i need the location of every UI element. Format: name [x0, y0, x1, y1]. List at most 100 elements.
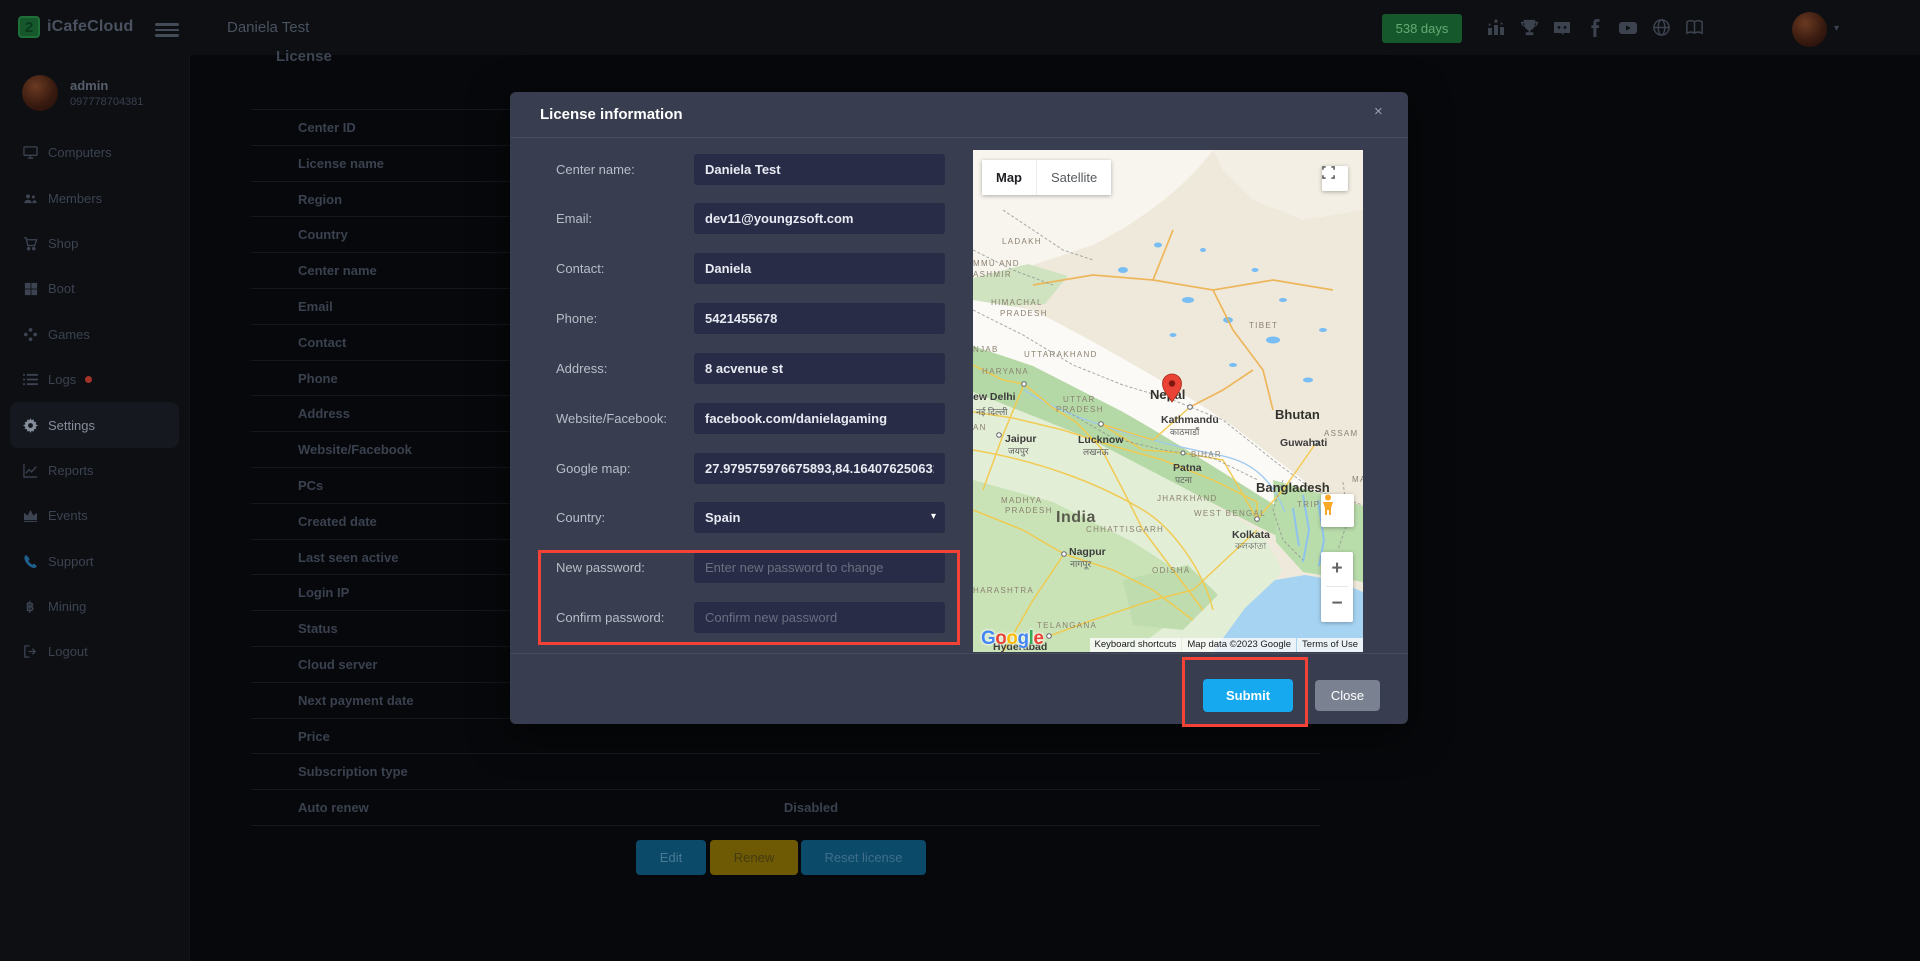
map-type-toggle: Map Satellite	[982, 160, 1111, 195]
ranking-icon[interactable]	[1486, 18, 1506, 38]
app-logo[interactable]: 2 iCafeCloud	[18, 16, 133, 38]
notification-dot	[85, 376, 92, 383]
youtube-icon[interactable]	[1618, 18, 1638, 38]
sidebar-item-label: Shop	[48, 236, 78, 251]
discord-icon[interactable]	[1552, 18, 1572, 38]
sidebar-item-events[interactable]: Events	[0, 493, 189, 538]
field-label: Google map:	[556, 461, 694, 476]
auto-renew-value: Disabled	[721, 790, 901, 826]
trophy-icon[interactable]	[1519, 18, 1539, 38]
zoom-out-button[interactable]: −	[1321, 587, 1353, 621]
table-row: Subscription type	[251, 754, 1320, 790]
sidebar-item-settings[interactable]: Settings	[10, 402, 179, 447]
submit-button[interactable]: Submit	[1203, 679, 1293, 712]
row-label: Subscription type	[298, 754, 408, 790]
confirm-password-input[interactable]	[694, 602, 945, 633]
sidebar-user-name: admin	[70, 78, 108, 93]
row-label: Auto renew	[298, 790, 369, 826]
email-input[interactable]	[694, 203, 945, 234]
gamepad-icon	[23, 327, 38, 342]
sidebar-item-reports[interactable]: Reports	[0, 448, 189, 493]
field-row-google-map: Google map:	[556, 453, 976, 484]
sidebar-item-label: Settings	[48, 418, 95, 433]
map-type-satellite-button[interactable]: Satellite	[1036, 160, 1111, 195]
google-map[interactable]: LADAKH MMU AND ASHMIR HIMACHAL PRADESH N…	[973, 150, 1363, 652]
section-title: License	[276, 48, 332, 65]
field-row-country: Country: Spain ▾	[556, 502, 976, 533]
header-icon-row	[1486, 0, 1704, 55]
svg-text:Patna: Patna	[1173, 462, 1202, 474]
sidebar-item-label: Reports	[48, 463, 94, 478]
field-label: Contact:	[556, 261, 694, 276]
terms-of-use-link[interactable]: Terms of Use	[1297, 638, 1363, 652]
row-label: Phone	[298, 361, 338, 397]
keyboard-shortcuts-link[interactable]: Keyboard shortcuts	[1090, 638, 1182, 652]
sidebar-item-members[interactable]: Members	[0, 175, 189, 220]
google-logo[interactable]: Google	[981, 628, 1043, 650]
fullscreen-icon[interactable]	[1322, 166, 1348, 191]
svg-text:WEST BENGAL: WEST BENGAL	[1194, 509, 1266, 518]
sidebar-item-shop[interactable]: Shop	[0, 221, 189, 266]
top-bar: 2 iCafeCloud Daniela Test 538 days ▾	[0, 0, 1920, 55]
field-row-new-password: New password:	[556, 552, 976, 583]
google-map-input[interactable]	[694, 453, 945, 484]
user-avatar[interactable]	[1792, 12, 1827, 47]
svg-text:LADAKH: LADAKH	[1002, 237, 1042, 246]
row-label: Center ID	[298, 110, 356, 146]
row-label: Last seen active	[298, 540, 398, 576]
address-input[interactable]	[694, 353, 945, 384]
sidebar-item-support[interactable]: Support	[0, 539, 189, 584]
renew-button[interactable]: Renew	[710, 840, 798, 875]
page-title: Daniela Test	[227, 19, 309, 36]
menu-toggle-icon[interactable]	[155, 20, 179, 40]
sidebar-item-label: Games	[48, 327, 90, 342]
chevron-down-icon[interactable]: ▾	[1834, 23, 1839, 34]
modal-header-divider	[510, 137, 1408, 138]
row-label: Login IP	[298, 575, 349, 611]
svg-text:नागपूर: नागपूर	[1070, 559, 1092, 570]
svg-text:नई दिल्ली: नई दिल्ली	[976, 406, 1008, 417]
field-row-center-name: Center name:	[556, 154, 976, 185]
sidebar-item-logs[interactable]: Logs	[0, 357, 189, 402]
svg-text:Jaipur: Jaipur	[1005, 433, 1037, 445]
svg-text:Kolkata: Kolkata	[1232, 529, 1270, 541]
country-select[interactable]: Spain	[694, 502, 945, 533]
pegman-icon[interactable]	[1321, 494, 1354, 527]
sidebar-item-label: Members	[48, 191, 102, 206]
sidebar-item-logout[interactable]: Logout	[0, 629, 189, 674]
sidebar-item-computers[interactable]: Computers	[0, 130, 189, 175]
members-icon	[23, 191, 38, 206]
facebook-icon[interactable]	[1585, 18, 1605, 38]
contact-input[interactable]	[694, 253, 945, 284]
svg-text:ASHMIR: ASHMIR	[973, 270, 1012, 279]
sidebar-user-avatar[interactable]	[22, 75, 58, 111]
close-button[interactable]: Close	[1315, 680, 1380, 711]
field-row-contact: Contact:	[556, 253, 976, 284]
bitcoin-icon: ฿	[23, 599, 38, 614]
sidebar: admin 097778704381 Computers Members Sho…	[0, 55, 190, 961]
close-icon[interactable]: ×	[1370, 99, 1387, 124]
sidebar-item-games[interactable]: Games	[0, 312, 189, 357]
edit-button[interactable]: Edit	[636, 840, 706, 875]
website-input[interactable]	[694, 403, 945, 434]
globe-icon[interactable]	[1651, 18, 1671, 38]
sidebar-item-mining[interactable]: ฿ Mining	[0, 584, 189, 629]
modal-title: License information	[540, 106, 683, 123]
sidebar-item-label: Logs	[48, 372, 76, 387]
license-days-badge[interactable]: 538 days	[1382, 14, 1462, 43]
svg-text:MMU AND: MMU AND	[973, 259, 1020, 268]
svg-text:TIBET: TIBET	[1249, 321, 1278, 330]
sidebar-item-boot[interactable]: Boot	[0, 266, 189, 311]
map-type-map-button[interactable]: Map	[982, 160, 1036, 195]
sidebar-item-label: Events	[48, 508, 88, 523]
zoom-in-button[interactable]: +	[1321, 552, 1353, 586]
map-canvas: LADAKH MMU AND ASHMIR HIMACHAL PRADESH N…	[973, 150, 1363, 652]
row-label: Website/Facebook	[298, 432, 412, 468]
center-name-input[interactable]	[694, 154, 945, 185]
field-label: Phone:	[556, 311, 694, 326]
reset-license-button[interactable]: Reset license	[801, 840, 926, 875]
field-row-address: Address:	[556, 353, 976, 384]
phone-input[interactable]	[694, 303, 945, 334]
new-password-input[interactable]	[694, 552, 945, 583]
docs-book-icon[interactable]	[1684, 18, 1704, 38]
